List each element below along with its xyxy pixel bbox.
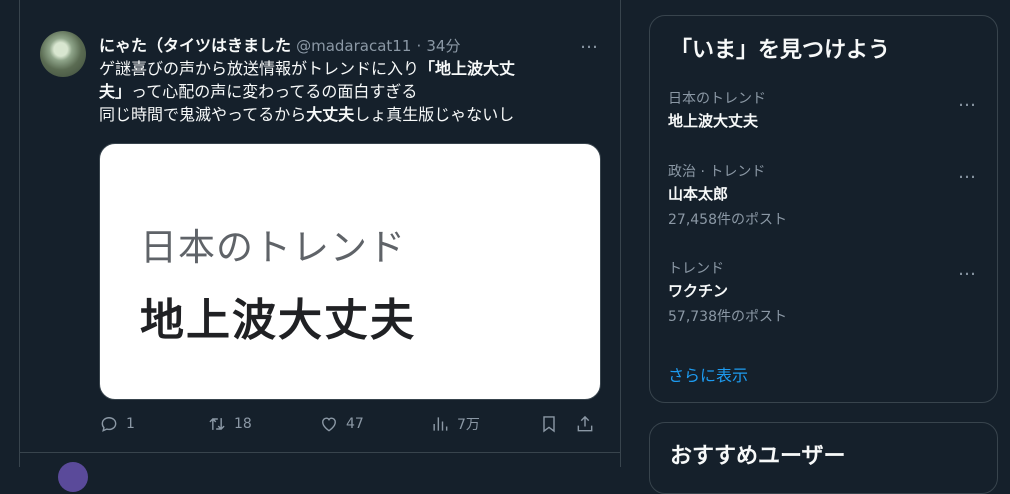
more-options-icon[interactable]: … [580,34,599,52]
text-line3-c: しょ真生版じゃないし [354,105,515,124]
text-line3-b: 大丈夫 [306,105,355,124]
retweet-button[interactable]: 18 [207,414,252,434]
who-to-follow-panel: おすすめユーザー [649,422,998,494]
view-count: 7万 [457,417,480,433]
bookmark-icon [543,416,555,433]
text-line1-b: 「地上波大丈 [419,59,516,78]
post-time[interactable]: 34分 [426,37,460,55]
reply-count: 1 [126,416,135,432]
trend-topic: 地上波大丈夫 [668,112,759,130]
trend-more-icon[interactable]: … [958,164,977,182]
display-name[interactable]: にゃた（タイツはきました [99,36,291,55]
timeline-column: にゃた（タイツはきました @madaracat11 · 34分 … ゲ謎喜びの声… [19,0,621,492]
text-line2-b: って心配の声に変わってるの面白すぎる [131,82,418,101]
trends-title: 「いま」を見つけよう [670,38,891,63]
image-subtitle: 日本のトレンド [140,226,406,269]
tweet-text: ゲ謎喜びの声から放送情報がトレンドに入り「地上波大丈 夫」って心配の声に変わって… [99,57,579,126]
who-to-follow-title: おすすめユーザー [670,444,846,469]
text-line2-a: 夫」 [99,82,132,101]
views-button[interactable]: 7万 [430,414,480,434]
like-count: 47 [346,416,364,432]
share-icon [577,415,593,432]
trend-item[interactable]: 日本のトレンド 地上波大丈夫 [668,88,978,131]
reply-button[interactable]: 1 [99,414,135,434]
tweet-divider [20,452,620,453]
show-more-link[interactable]: さらに表示 [668,362,748,386]
avatar[interactable] [40,31,86,77]
heart-icon [322,417,336,432]
like-button[interactable]: 47 [319,414,364,434]
trend-post-count: 27,458件のポスト [668,212,787,228]
text-line3-a: 同じ時間で鬼滅やってるから [99,105,307,124]
trend-topic: ワクチン [668,282,729,300]
bookmark-button[interactable] [539,414,559,434]
user-handle[interactable]: @madaracat11 [296,37,411,55]
tweet-header: にゃた（タイツはきました @madaracat11 · 34分 [99,32,460,56]
separator-dot: · [416,37,422,55]
trend-context: 政治 · トレンド [668,164,766,180]
retweet-count: 18 [234,416,252,432]
text-line1-a: ゲ謎喜びの声から放送情報がトレンドに入り [99,59,420,78]
trend-more-icon[interactable]: … [958,261,977,279]
trend-context: トレンド [668,261,724,277]
image-headline: 地上波大丈夫 [140,295,416,346]
trend-post-count: 57,738件のポスト [668,309,787,325]
trend-context: 日本のトレンド [668,91,766,107]
tweet-image[interactable]: 日本のトレンド 地上波大丈夫 [99,143,601,400]
analytics-icon [433,417,448,431]
share-button[interactable] [575,414,595,434]
trend-item[interactable]: 政治 · トレンド 山本太郎 27,458件のポスト [668,161,978,229]
reply-icon [101,417,117,432]
trends-panel: 「いま」を見つけよう 日本のトレンド 地上波大丈夫 … 政治 · トレンド 山本… [649,15,998,403]
retweet-icon [209,417,225,431]
trend-topic: 山本太郎 [668,185,729,203]
tweet-actions: 1 18 47 7万 [99,414,599,438]
trend-more-icon[interactable]: … [958,92,977,110]
trend-item[interactable]: トレンド ワクチン 57,738件のポスト [668,258,978,326]
